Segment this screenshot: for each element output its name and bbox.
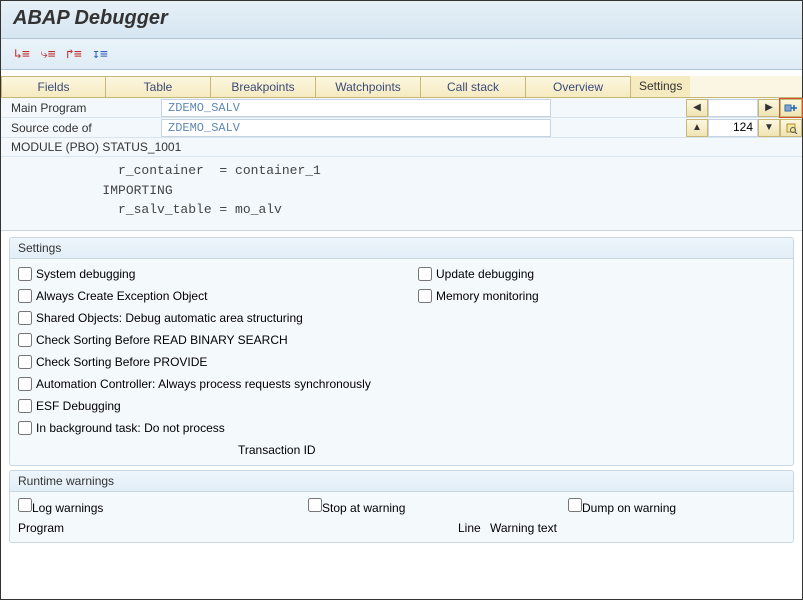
provide-label: Check Sorting Before PROVIDE [36,355,207,369]
background-task-checkbox[interactable] [18,421,32,435]
step-into-button[interactable]: ↳≡ [11,45,33,63]
update-debugging-label: Update debugging [436,267,534,281]
source-code-block[interactable]: r_container = container_1 IMPORTING r_sa… [1,157,802,231]
automation-label: Automation Controller: Always process re… [36,377,371,391]
source-code-label: Source code of [1,121,161,135]
main-program-label: Main Program [1,101,161,115]
runtime-header: Runtime warnings [10,471,793,492]
tab-watchpoints[interactable]: Watchpoints [316,76,421,97]
step-out-icon: ↱≡ [66,48,82,61]
nav-right-button[interactable]: ▶ [758,99,780,117]
system-debugging-label: System debugging [36,267,135,281]
breakpoint-plus-icon [784,102,798,114]
find-icon [784,122,798,134]
nav-field-1[interactable] [708,99,758,117]
read-binary-checkbox[interactable] [18,333,32,347]
continue-button[interactable]: ↧≡ [89,45,111,63]
shared-objects-checkbox[interactable] [18,311,32,325]
log-warnings-checkbox[interactable] [18,498,32,512]
continue-icon: ↧≡ [92,48,108,61]
log-warnings-label: Log warnings [32,501,103,515]
nav-left-button[interactable]: ◀ [686,99,708,117]
read-binary-label: Check Sorting Before READ BINARY SEARCH [36,333,288,347]
tab-settings[interactable]: Settings [631,76,690,97]
step-over-icon: ⤷≡ [40,48,55,61]
step-out-button[interactable]: ↱≡ [63,45,85,63]
title-bar: ABAP Debugger [1,1,802,39]
shared-objects-label: Shared Objects: Debug automatic area str… [36,311,303,325]
nav-down-button[interactable]: ▼ [758,119,780,137]
stop-warning-checkbox[interactable] [308,498,322,512]
dump-warning-label: Dump on warning [582,501,676,515]
exception-object-label: Always Create Exception Object [36,289,207,303]
nav-up-button[interactable]: ▲ [686,119,708,137]
module-line: MODULE (PBO) STATUS_1001 [1,138,802,157]
background-task-label: In background task: Do not process [36,421,225,435]
program-column-label: Program [18,521,458,535]
system-debugging-checkbox[interactable] [18,267,32,281]
step-over-button[interactable]: ⤷≡ [37,45,59,63]
runtime-section: Runtime warnings Log warnings Stop at wa… [9,470,794,543]
toolbar: ↳≡ ⤷≡ ↱≡ ↧≡ [1,39,802,70]
tab-overview[interactable]: Overview [526,76,631,97]
stop-warning-label: Stop at warning [322,501,405,515]
memory-monitoring-checkbox[interactable] [418,289,432,303]
transaction-id-label: Transaction ID [238,443,316,457]
tab-fields[interactable]: Fields [1,76,106,97]
dump-warning-checkbox[interactable] [568,498,582,512]
esf-debugging-label: ESF Debugging [36,399,121,413]
line-number-field[interactable]: 124 [708,119,758,137]
source-code-value[interactable]: ZDEMO_SALV [161,119,551,137]
warning-text-column-label: Warning text [490,521,557,535]
create-breakpoint-button[interactable] [780,99,802,117]
main-program-value[interactable]: ZDEMO_SALV [161,99,551,117]
page-title: ABAP Debugger [13,7,790,30]
settings-section: Settings System debugging Update debuggi… [9,237,794,466]
tab-breakpoints[interactable]: Breakpoints [211,76,316,97]
exception-object-checkbox[interactable] [18,289,32,303]
step-into-icon: ↳≡ [14,48,30,61]
main-program-row: Main Program ZDEMO_SALV ◀ ▶ [1,98,802,118]
source-code-row: Source code of ZDEMO_SALV ▲ 124 ▼ [1,118,802,138]
tabs: Fields Table Breakpoints Watchpoints Cal… [1,76,802,98]
find-button[interactable] [780,119,802,137]
tab-table[interactable]: Table [106,76,211,97]
provide-checkbox[interactable] [18,355,32,369]
settings-header: Settings [10,238,793,259]
memory-monitoring-label: Memory monitoring [436,289,539,303]
update-debugging-checkbox[interactable] [418,267,432,281]
line-column-label: Line [458,521,490,535]
esf-debugging-checkbox[interactable] [18,399,32,413]
automation-checkbox[interactable] [18,377,32,391]
tab-callstack[interactable]: Call stack [421,76,526,97]
